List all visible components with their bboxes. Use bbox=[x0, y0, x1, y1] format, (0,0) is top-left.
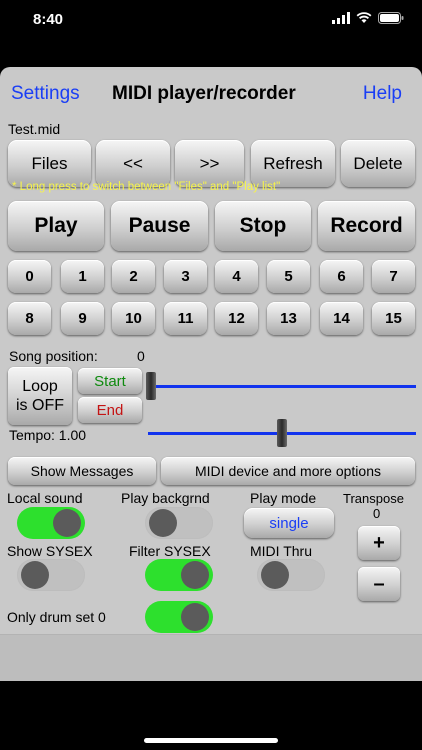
channel-button-15[interactable]: 15 bbox=[372, 302, 415, 335]
channel-button-13[interactable]: 13 bbox=[267, 302, 310, 335]
channel-button-8[interactable]: 8 bbox=[8, 302, 51, 335]
channel-button-7[interactable]: 7 bbox=[372, 260, 415, 293]
show-messages-button[interactable]: Show Messages bbox=[8, 457, 156, 485]
current-file-name: Test.mid bbox=[8, 121, 61, 137]
channel-button-9[interactable]: 9 bbox=[61, 302, 104, 335]
transpose-minus-button[interactable]: – bbox=[358, 567, 400, 601]
loop-line2: is OFF bbox=[16, 397, 64, 414]
midi-thru-label: MIDI Thru bbox=[250, 543, 312, 559]
refresh-button[interactable]: Refresh bbox=[251, 140, 335, 187]
battery-icon bbox=[378, 12, 404, 24]
show-sysex-toggle[interactable] bbox=[17, 559, 85, 591]
show-sysex-label: Show SYSEX bbox=[7, 543, 93, 559]
loop-line1: Loop bbox=[22, 378, 58, 395]
previous-button[interactable]: << bbox=[96, 140, 170, 187]
channel-button-2[interactable]: 2 bbox=[112, 260, 155, 293]
local-sound-toggle[interactable] bbox=[17, 507, 85, 539]
tempo-slider-thumb[interactable] bbox=[277, 419, 287, 447]
song-position-value: 0 bbox=[137, 348, 145, 364]
play-background-label: Play backgrnd bbox=[121, 490, 210, 506]
channel-button-1[interactable]: 1 bbox=[61, 260, 104, 293]
midi-thru-toggle[interactable] bbox=[257, 559, 325, 591]
play-mode-label: Play mode bbox=[250, 490, 317, 506]
filter-sysex-toggle[interactable] bbox=[145, 559, 213, 591]
signal-icon bbox=[332, 12, 350, 24]
toggle-knob bbox=[181, 561, 209, 589]
next-button[interactable]: >> bbox=[175, 140, 244, 187]
midi-device-options-button[interactable]: MIDI device and more options bbox=[161, 457, 415, 485]
transpose-value: 0 bbox=[373, 506, 381, 521]
channel-button-14[interactable]: 14 bbox=[320, 302, 363, 335]
stop-button[interactable]: Stop bbox=[215, 201, 311, 251]
tempo-label: Tempo: 1.00 bbox=[9, 427, 87, 443]
toggle-knob bbox=[181, 603, 209, 631]
transpose-plus-button[interactable]: + bbox=[358, 526, 400, 560]
toggle-knob bbox=[21, 561, 49, 589]
pause-button[interactable]: Pause bbox=[111, 201, 208, 251]
filter-sysex-label: Filter SYSEX bbox=[129, 543, 211, 559]
delete-button[interactable]: Delete bbox=[341, 140, 415, 187]
toggle-knob bbox=[53, 509, 81, 537]
record-button[interactable]: Record bbox=[318, 201, 415, 251]
status-icons bbox=[332, 12, 404, 24]
toggle-knob bbox=[261, 561, 289, 589]
only-drum-set-toggle[interactable] bbox=[145, 601, 213, 633]
only-drum-set-label: Only drum set 0 bbox=[7, 609, 106, 625]
files-hint: * Long press to switch between "Files" a… bbox=[12, 181, 281, 193]
channel-button-4[interactable]: 4 bbox=[215, 260, 258, 293]
channel-button-11[interactable]: 11 bbox=[164, 302, 207, 335]
transpose-label: Transpose bbox=[343, 491, 404, 506]
toggle-knob bbox=[149, 509, 177, 537]
status-bar: 8:40 bbox=[0, 0, 422, 44]
play-button[interactable]: Play bbox=[8, 201, 104, 251]
channel-button-3[interactable]: 3 bbox=[164, 260, 207, 293]
status-time: 8:40 bbox=[33, 11, 64, 28]
channel-button-10[interactable]: 10 bbox=[112, 302, 155, 335]
loop-start-button[interactable]: Start bbox=[78, 368, 142, 394]
bottom-area bbox=[0, 634, 422, 681]
channel-button-12[interactable]: 12 bbox=[215, 302, 258, 335]
files-button[interactable]: Files bbox=[8, 140, 91, 187]
nav-bar: Settings MIDI player/recorder Help bbox=[0, 67, 422, 117]
channel-button-6[interactable]: 6 bbox=[320, 260, 363, 293]
settings-button[interactable]: Settings bbox=[11, 83, 80, 105]
channel-button-0[interactable]: 0 bbox=[8, 260, 51, 293]
help-button[interactable]: Help bbox=[363, 83, 402, 105]
loop-toggle-button[interactable]: Loop is OFF bbox=[8, 367, 72, 425]
song-position-slider-thumb[interactable] bbox=[146, 372, 156, 400]
play-mode-button[interactable]: single bbox=[244, 508, 334, 538]
song-position-slider-track[interactable] bbox=[148, 385, 416, 388]
local-sound-label: Local sound bbox=[7, 490, 83, 506]
main-panel: Settings MIDI player/recorder Help Test.… bbox=[0, 67, 422, 681]
home-indicator bbox=[144, 738, 278, 743]
wifi-icon bbox=[356, 12, 372, 23]
play-background-toggle[interactable] bbox=[145, 507, 213, 539]
song-position-label: Song position: bbox=[9, 348, 98, 364]
loop-end-button[interactable]: End bbox=[78, 397, 142, 423]
channel-button-5[interactable]: 5 bbox=[267, 260, 310, 293]
page-title: MIDI player/recorder bbox=[112, 83, 296, 104]
